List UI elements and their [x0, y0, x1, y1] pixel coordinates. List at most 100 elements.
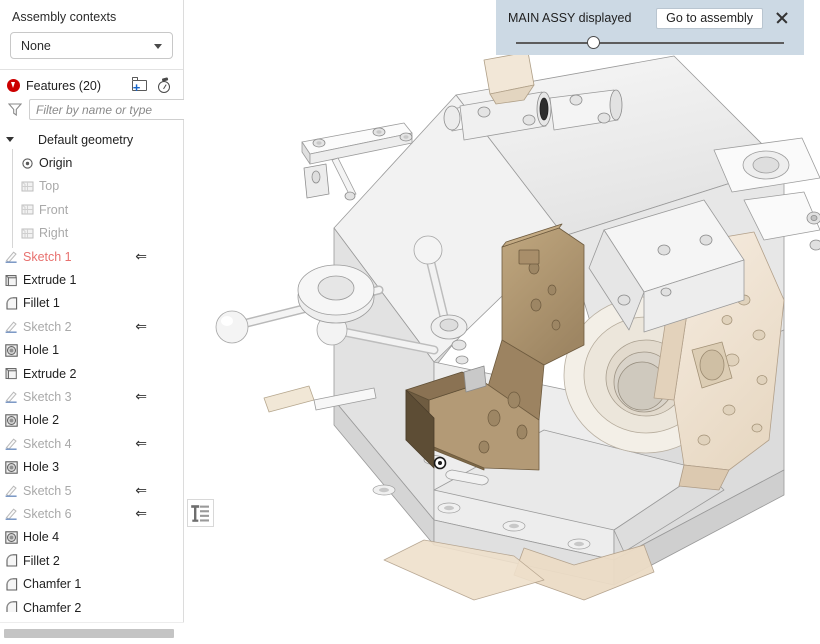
tree-item-origin[interactable]: Origin: [0, 151, 183, 174]
hole-icon: [4, 530, 19, 545]
feature-tree-hscrollbar[interactable]: [0, 622, 184, 644]
assembly-context-dropdown[interactable]: None: [10, 32, 173, 59]
tree-item-label: Sketch 2: [23, 319, 72, 334]
tree-item-chamfer-1[interactable]: Chamfer 1: [0, 572, 183, 595]
chevron-down-icon[interactable]: [4, 133, 17, 146]
feature-list-glyph: [191, 505, 209, 522]
tree-item-sketch-3[interactable]: Sketch 3 ⇐: [0, 385, 183, 408]
new-folder-icon[interactable]: +: [131, 77, 150, 94]
tree-guide-line: [12, 149, 13, 248]
plane-icon: [20, 202, 35, 217]
tree-item-fillet-2[interactable]: Fillet 2: [0, 549, 183, 572]
hole-icon: [4, 460, 19, 475]
feature-tree-list[interactable]: Default geometry Origin Top Front Right Sketc…: [0, 126, 183, 612]
tree-item-label: Fillet 2: [23, 553, 60, 568]
tree-item-hole-3[interactable]: Hole 3: [0, 455, 183, 478]
fillet-icon: [4, 553, 19, 568]
features-title: Features (20): [26, 78, 102, 93]
tree-item-label: Hole 3: [23, 460, 60, 475]
rollback-arrow-icon[interactable]: ⇐: [135, 250, 147, 264]
tree-item-front[interactable]: Front: [0, 198, 183, 221]
plane-icon: [20, 226, 35, 241]
sketch-icon: [4, 319, 19, 334]
tree-item-hole-2[interactable]: Hole 2: [0, 409, 183, 432]
tree-item-label: Sketch 6: [23, 506, 72, 521]
tree-item-label: Hole 4: [23, 530, 60, 545]
tree-item-extrude-2[interactable]: Extrude 2: [0, 362, 183, 385]
sketch-icon: [4, 249, 19, 264]
extrude-icon: [4, 273, 19, 288]
tree-item-label: Sketch 1: [23, 249, 72, 264]
stopwatch-icon[interactable]: [156, 77, 175, 94]
origin-icon: [20, 156, 35, 171]
fillet-icon: [4, 577, 19, 592]
funnel-icon[interactable]: [8, 103, 22, 116]
banner-top-row: MAIN ASSY displayed Go to assembly: [508, 7, 792, 29]
filter-row: [0, 99, 200, 126]
hole-icon: [4, 413, 19, 428]
tree-item-label: Extrude 1: [23, 273, 77, 288]
rollback-arrow-icon[interactable]: ⇐: [135, 507, 147, 521]
tree-item-chamfer-2[interactable]: Chamfer 2: [0, 596, 183, 612]
close-icon[interactable]: [772, 8, 792, 28]
tree-item-label: Chamfer 2: [23, 600, 82, 613]
sketch-icon: [4, 389, 19, 404]
tree-item-top[interactable]: Top: [0, 175, 183, 198]
chevron-down-icon: [19, 132, 34, 147]
filter-input[interactable]: [29, 99, 200, 120]
rollback-arrow-icon[interactable]: ⇐: [135, 390, 147, 404]
rollback-arrow-icon[interactable]: ⇐: [135, 437, 147, 451]
tree-item-label: Sketch 3: [23, 389, 72, 404]
tree-item-label: Extrude 2: [23, 366, 77, 381]
assembly-contexts-section: Assembly contexts None: [0, 0, 183, 70]
rollback-arrow-icon[interactable]: ⇐: [135, 320, 147, 334]
tree-item-label: Hole 1: [23, 343, 60, 358]
sketch-icon: [4, 483, 19, 498]
tree-item-label: Chamfer 1: [23, 577, 82, 592]
features-header: Features (20) +: [0, 70, 183, 99]
tree-group-default-geometry[interactable]: Default geometry: [0, 128, 183, 151]
tree-item-sketch-2[interactable]: Sketch 2 ⇐: [0, 315, 183, 338]
tree-item-label: Fillet 1: [23, 296, 60, 311]
assembly-context-banner: MAIN ASSY displayed Go to assembly: [496, 0, 804, 55]
tree-item-label: Front: [39, 202, 69, 217]
error-rollback-icon[interactable]: [7, 79, 20, 92]
fillet-icon: [4, 600, 19, 612]
tree-item-label: Top: [39, 179, 60, 194]
feature-list-icon[interactable]: [187, 499, 214, 527]
slider-handle[interactable]: [587, 36, 601, 49]
go-to-assembly-button[interactable]: Go to assembly: [656, 7, 763, 29]
cad-model-graphic: [215, 51, 820, 601]
tree-item-hole-1[interactable]: Hole 1: [0, 339, 183, 362]
feature-tree-panel: Assembly contexts None Features (20) + D…: [0, 0, 200, 644]
tree-item-sketch-5[interactable]: Sketch 5 ⇐: [0, 479, 183, 502]
tree-item-fillet-1[interactable]: Fillet 1: [0, 292, 183, 315]
rollback-arrow-icon[interactable]: ⇐: [135, 484, 147, 498]
tree-item-label: Default geometry: [38, 132, 134, 147]
tree-item-label: Hole 2: [23, 413, 60, 428]
tree-item-sketch-4[interactable]: Sketch 4 ⇐: [0, 432, 183, 455]
sketch-icon: [4, 506, 19, 521]
fillet-icon: [4, 296, 19, 311]
tree-item-hole-4[interactable]: Hole 4: [0, 526, 183, 549]
slider-track[interactable]: [516, 42, 784, 44]
assembly-context-value: None: [21, 38, 51, 53]
plane-icon: [20, 179, 35, 194]
extrude-icon: [4, 366, 19, 381]
hole-icon: [4, 343, 19, 358]
tree-item-sketch-6[interactable]: Sketch 6 ⇐: [0, 502, 183, 525]
hscrollbar-thumb[interactable]: [4, 629, 174, 638]
banner-label: MAIN ASSY displayed: [508, 11, 632, 25]
assembly-contexts-title: Assembly contexts: [12, 10, 117, 24]
tree-item-label: Sketch 4: [23, 436, 72, 451]
3d-viewport[interactable]: [184, 0, 820, 644]
tree-item-sketch-1[interactable]: Sketch 1 ⇐: [0, 245, 183, 268]
tree-item-label: Origin: [39, 156, 73, 171]
tree-item-label: Sketch 5: [23, 483, 72, 498]
sketch-icon: [4, 436, 19, 451]
tree-item-right[interactable]: Right: [0, 222, 183, 245]
tree-item-label: Right: [39, 226, 69, 241]
chevron-down-icon: [154, 43, 162, 49]
transparency-slider[interactable]: [508, 32, 792, 54]
tree-item-extrude-1[interactable]: Extrude 1: [0, 268, 183, 291]
